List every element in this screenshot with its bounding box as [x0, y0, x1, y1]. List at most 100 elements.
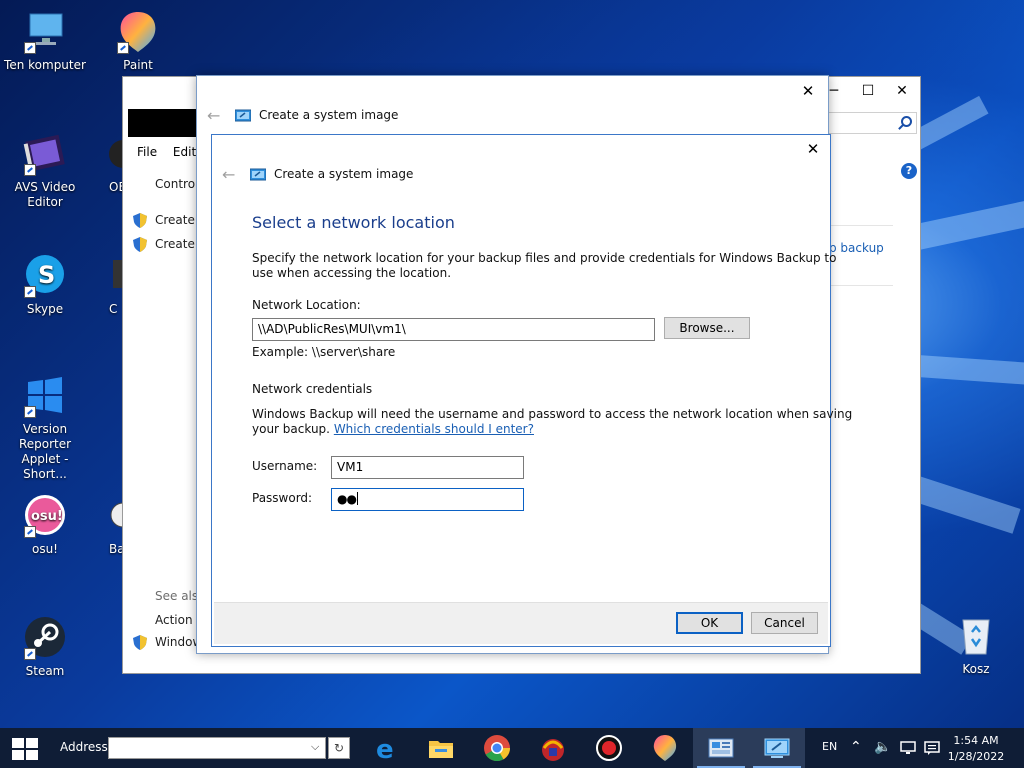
address-toolbar-input[interactable]: ⌵ — [108, 737, 326, 759]
search-box[interactable] — [827, 112, 917, 134]
desktop-icon-label: Ten komputer — [4, 58, 86, 72]
address-bar[interactable] — [128, 109, 198, 137]
svg-text:S: S — [38, 261, 55, 289]
backup-icon — [250, 168, 266, 181]
divider — [831, 225, 893, 226]
close-button[interactable]: ✕ — [885, 77, 919, 105]
desktop-icon-skype[interactable]: S Skype — [0, 252, 90, 317]
divider — [831, 285, 893, 286]
network-location-label: Network Location: — [252, 298, 361, 312]
credentials-description: your backup. Which credentials should I … — [252, 422, 534, 437]
clock-date: 1/28/2022 — [947, 750, 1005, 763]
taskbar-backup[interactable] — [749, 728, 805, 768]
recycle-bin-icon — [953, 612, 999, 658]
page-heading: Select a network location — [252, 213, 455, 232]
desktop-icon-label: Paint — [123, 58, 153, 72]
description-line: Specify the network location for your ba… — [252, 251, 837, 265]
app-icon — [107, 492, 123, 538]
backup-link[interactable]: p backup — [829, 241, 884, 255]
example-hint: Example: \\server\share — [252, 345, 396, 359]
back-arrow-icon[interactable]: ← — [207, 106, 220, 125]
credentials-heading: Network credentials — [252, 382, 373, 396]
close-button[interactable]: ✕ — [795, 80, 821, 102]
maximize-button[interactable]: ☐ — [851, 77, 885, 105]
desktop-icon-avs-video-editor[interactable]: AVS Video Editor — [0, 130, 90, 210]
steam-icon — [22, 614, 68, 660]
control-panel-home-link[interactable]: Control — [155, 177, 198, 191]
refresh-icon[interactable]: ↻ — [328, 737, 350, 759]
record-icon — [596, 735, 622, 761]
desktop-icon-obs[interactable]: OB — [93, 130, 123, 195]
shield-icon — [133, 635, 147, 650]
desktop-icon-paint[interactable]: Paint — [93, 8, 183, 73]
volume-icon[interactable]: 🔈 — [874, 739, 891, 755]
taskbar-edge[interactable]: e — [358, 728, 414, 768]
dialog-title: Create a system image — [259, 108, 399, 122]
control-panel-icon — [708, 738, 734, 758]
taskbar: Address ⌵ ↻ e EN ⌃ 🔈 1:54 AM 1/28/2022 — [0, 728, 1024, 768]
app-icon — [107, 252, 123, 298]
desktop-icon-recycle-bin[interactable]: Kosz — [931, 612, 1021, 677]
address-toolbar-label: Address — [60, 740, 108, 754]
chevron-up-icon[interactable]: ⌃ — [850, 739, 862, 755]
desktop-icon-ba[interactable]: Ba — [93, 492, 123, 557]
network-icon[interactable] — [900, 741, 916, 755]
menu-file[interactable]: File — [137, 145, 157, 159]
help-icon[interactable]: ? — [901, 163, 917, 179]
desktop-icon-label: Version Reporter Applet - Short... — [18, 422, 72, 481]
desktop-icon-version-reporter[interactable]: Version Reporter Applet - Short... — [0, 372, 90, 482]
backup-icon — [235, 109, 251, 122]
film-icon — [22, 130, 68, 176]
desktop-icon-steam[interactable]: Steam — [0, 614, 90, 679]
clock-time: 1:54 AM — [953, 734, 999, 747]
desktop-icon-label: AVS Video Editor — [14, 180, 76, 209]
skype-icon: S — [22, 252, 68, 298]
text-caret — [356, 492, 358, 505]
taskbar-control-panel[interactable] — [693, 728, 749, 768]
desktop-icon-this-pc[interactable]: Ten komputer — [0, 8, 90, 73]
paint-icon — [115, 8, 161, 54]
shield-icon — [133, 237, 147, 252]
taskbar-chrome[interactable] — [469, 728, 525, 768]
ok-button[interactable]: OK — [676, 612, 743, 634]
chrome-icon — [484, 735, 511, 762]
notifications-icon[interactable] — [924, 741, 940, 755]
desktop-icon-label: C — [109, 302, 118, 316]
password-input[interactable]: ●● — [331, 488, 524, 511]
svg-text:e: e — [376, 735, 394, 762]
chevron-down-icon[interactable]: ⌵ — [311, 740, 319, 754]
network-location-input[interactable]: \\AD\PublicRes\MUI\vm1\ — [252, 318, 655, 341]
browse-button[interactable]: Browse... — [664, 317, 750, 339]
desktop-icon-label: Steam — [25, 664, 65, 678]
username-label: Username: — [252, 459, 318, 473]
this-pc-icon — [22, 8, 68, 54]
desktop-icon-label: Kosz — [962, 662, 990, 676]
menu-edit[interactable]: Edit — [173, 145, 196, 159]
clock[interactable]: 1:54 AM 1/28/2022 — [944, 733, 1008, 765]
svg-text:osu!: osu! — [31, 509, 63, 524]
credentials-description-text: your backup. — [252, 422, 330, 436]
dialog-footer: OK Cancel — [214, 602, 828, 644]
password-value: ●● — [337, 492, 357, 506]
taskbar-paint[interactable] — [637, 728, 693, 768]
credentials-description: Windows Backup will need the username an… — [252, 407, 853, 421]
create-system-image-dialog: ✕ ← Create a system image Select a netwo… — [211, 134, 852, 647]
paint-icon — [653, 735, 677, 761]
obs-icon — [107, 130, 123, 176]
back-arrow-icon[interactable]: ← — [222, 165, 235, 184]
username-input[interactable]: VM1 — [331, 456, 524, 479]
cancel-button[interactable]: Cancel — [751, 612, 818, 634]
which-credentials-link[interactable]: Which credentials should I enter? — [334, 422, 534, 436]
search-icon — [901, 116, 912, 127]
desktop-icon-c[interactable]: C — [93, 252, 123, 317]
desktop-icon-osu[interactable]: osu! osu! — [0, 492, 90, 557]
taskbar-app[interactable] — [525, 728, 581, 768]
close-button[interactable]: ✕ — [801, 139, 825, 159]
start-button[interactable] — [12, 738, 40, 760]
desktop-icon-label: Ba — [109, 542, 123, 556]
taskbar-recorder[interactable] — [581, 728, 637, 768]
taskbar-file-explorer[interactable] — [413, 728, 469, 768]
dialog-title: Create a system image — [274, 167, 414, 181]
desktop-icon-label: OB — [109, 180, 123, 194]
language-indicator[interactable]: EN — [822, 740, 837, 753]
